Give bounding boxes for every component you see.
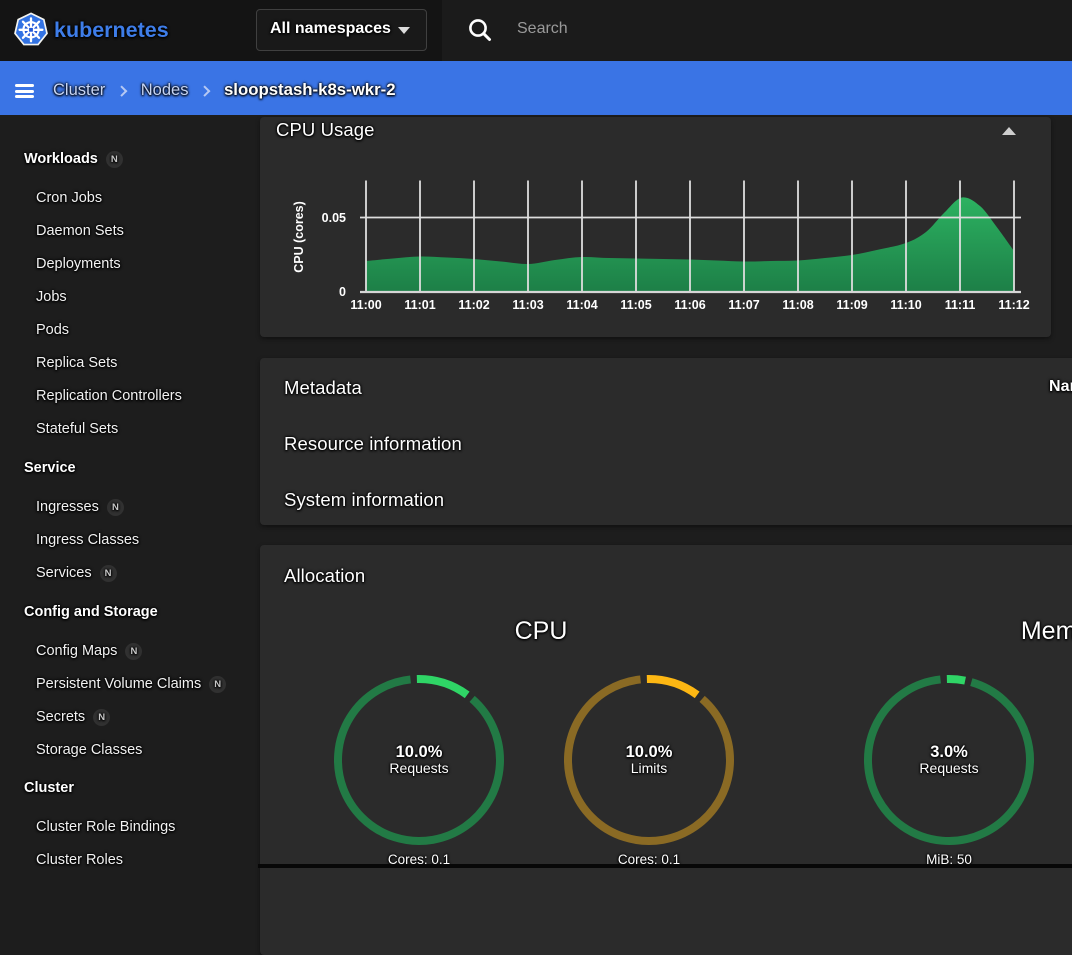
svg-text:11:01: 11:01 [404, 298, 435, 312]
svg-text:CPU (cores): CPU (cores) [292, 201, 306, 273]
svg-text:11:06: 11:06 [674, 298, 705, 312]
svg-text:11:04: 11:04 [566, 298, 597, 312]
svg-text:11:03: 11:03 [512, 298, 543, 312]
svg-text:11:00: 11:00 [350, 298, 381, 312]
svg-text:11:02: 11:02 [458, 298, 489, 312]
svg-text:0.05: 0.05 [322, 211, 346, 225]
svg-text:11:09: 11:09 [836, 298, 867, 312]
svg-text:11:07: 11:07 [728, 298, 759, 312]
svg-text:0: 0 [339, 285, 346, 299]
svg-text:11:11: 11:11 [945, 298, 976, 312]
svg-text:11:05: 11:05 [620, 298, 651, 312]
svg-text:11:10: 11:10 [890, 298, 921, 312]
svg-text:11:08: 11:08 [782, 298, 813, 312]
svg-text:11:12: 11:12 [998, 298, 1029, 312]
